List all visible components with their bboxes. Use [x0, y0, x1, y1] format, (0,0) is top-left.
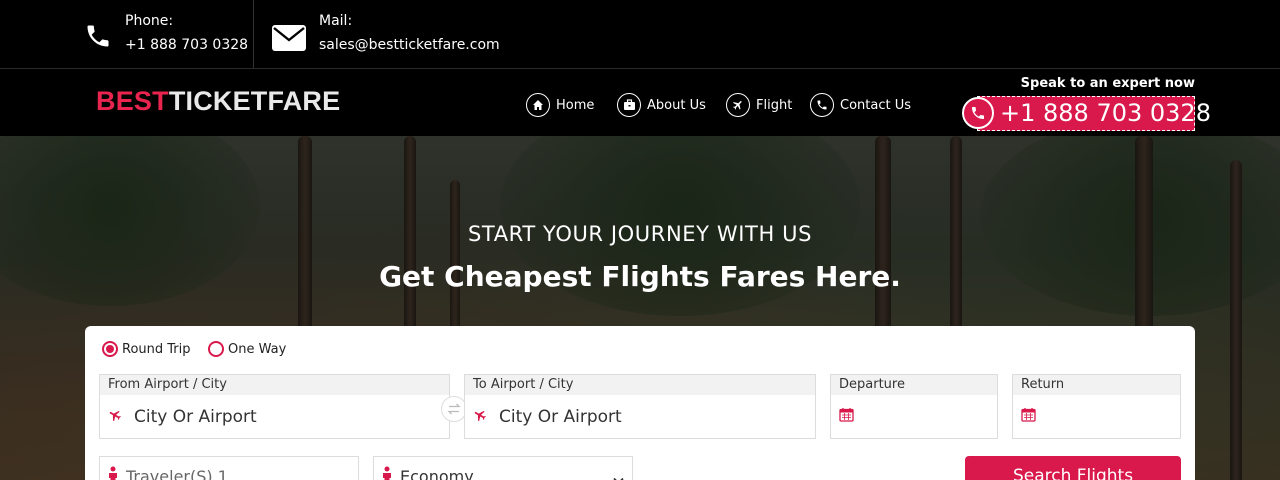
mail-address[interactable]: sales@bestticketfare.com — [319, 37, 500, 53]
radio-round-trip[interactable]: Round Trip — [102, 341, 191, 357]
plane-icon — [473, 407, 487, 426]
top-contact-bar: Phone: +1 888 703 0328 Mail: sales@bestt… — [0, 0, 1280, 69]
phone-number[interactable]: +1 888 703 0328 — [125, 37, 248, 53]
logo-part-best: BEST — [96, 86, 169, 116]
nav-label-about: About Us — [647, 97, 706, 113]
envelope-icon — [271, 24, 307, 56]
nav-label-flight: Flight — [756, 97, 793, 113]
cabin-class-select[interactable]: Economy — [373, 456, 633, 480]
person-icon — [108, 466, 118, 480]
phone-icon — [962, 97, 994, 129]
briefcase-icon — [617, 93, 641, 117]
cabin-class-value: Economy — [400, 466, 474, 480]
return-label: Return — [1013, 375, 1180, 395]
nav-label-contact: Contact Us — [840, 97, 911, 113]
main-navbar: BESTTICKETFARE Home About Us Flight Cont… — [0, 69, 1280, 136]
search-flights-button[interactable]: Search Flights — [965, 456, 1181, 480]
travelers-field[interactable]: Traveler(S) 1 — [99, 456, 359, 480]
flight-search-panel: Round Trip One Way From Airport / City C… — [85, 326, 1195, 480]
nav-item-home[interactable]: Home — [526, 93, 594, 117]
calendar-icon — [839, 407, 854, 426]
speak-to-expert-text: Speak to an expert now — [1020, 76, 1195, 91]
radio-selected-indicator — [102, 341, 118, 357]
nav-label-home: Home — [556, 97, 595, 113]
from-airport-field[interactable]: From Airport / City City Or Airport — [99, 374, 450, 439]
return-date-field[interactable]: Return — [1012, 374, 1181, 439]
phone-icon — [84, 22, 112, 54]
phone-contact[interactable]: Phone: +1 888 703 0328 — [84, 0, 254, 68]
radio-label-one-way: One Way — [228, 341, 287, 357]
phone-icon — [810, 93, 834, 117]
travelers-input[interactable]: Traveler(S) 1 — [126, 467, 228, 480]
calendar-icon — [1021, 407, 1036, 426]
plane-icon — [726, 93, 750, 117]
to-airport-input[interactable]: City Or Airport — [499, 407, 622, 427]
logo-part-ticketfare: TICKETFARE — [168, 86, 341, 116]
plane-icon — [108, 407, 122, 426]
hotline-number[interactable]: +1 888 703 0328 — [977, 96, 1211, 131]
from-airport-input[interactable]: City Or Airport — [134, 407, 257, 427]
person-icon — [382, 466, 392, 480]
phone-label: Phone: — [125, 13, 174, 29]
mail-label: Mail: — [319, 13, 353, 29]
radio-unselected-indicator — [208, 341, 224, 357]
brand-logo[interactable]: BESTTICKETFARE — [96, 86, 340, 117]
nav-item-contact[interactable]: Contact Us — [810, 93, 911, 117]
departure-label: Departure — [831, 375, 997, 395]
nav-item-about[interactable]: About Us — [617, 93, 706, 117]
home-icon — [526, 93, 550, 117]
departure-date-field[interactable]: Departure — [830, 374, 998, 439]
radio-label-round-trip: Round Trip — [122, 341, 191, 357]
mail-contact[interactable]: Mail: sales@bestticketfare.com — [271, 0, 531, 68]
to-airport-field[interactable]: To Airport / City City Or Airport — [464, 374, 816, 439]
chevron-down-icon — [613, 470, 624, 480]
hero-subtitle: START YOUR JOURNEY WITH US — [467, 222, 813, 246]
to-airport-label: To Airport / City — [465, 375, 815, 395]
radio-one-way[interactable]: One Way — [208, 341, 286, 357]
hotline-button[interactable]: +1 888 703 0328 — [962, 96, 1211, 131]
from-airport-label: From Airport / City — [100, 375, 449, 395]
hero-title: Get Cheapest Flights Fares Here. — [379, 260, 901, 293]
nav-item-flight[interactable]: Flight — [726, 93, 792, 117]
